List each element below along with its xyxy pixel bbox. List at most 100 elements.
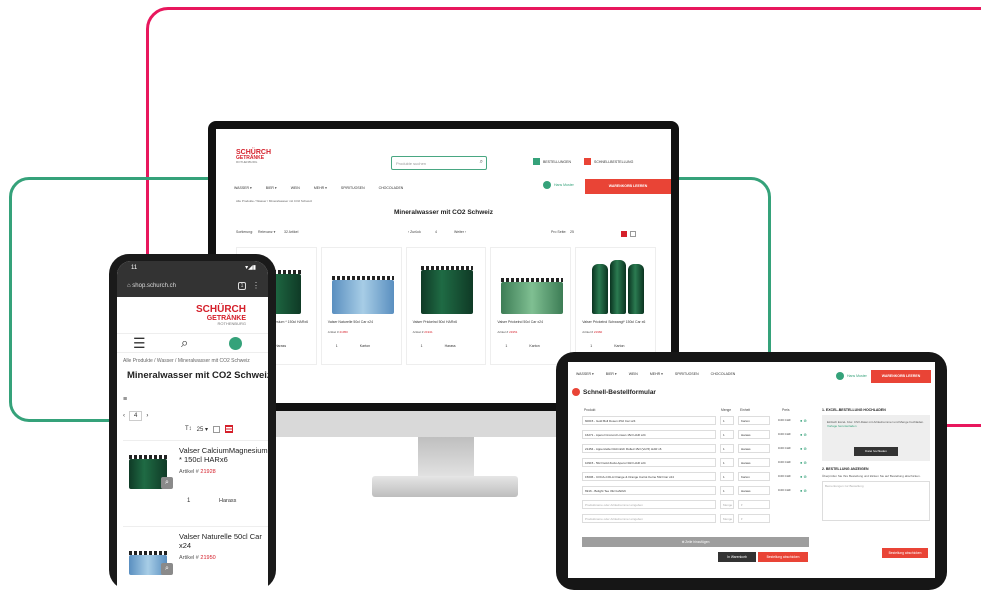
- cart-button[interactable]: WARENKORB LEEREN: [871, 370, 931, 383]
- unit-select[interactable]: Harass: [738, 444, 770, 453]
- upload-button[interactable]: Datei hochladen: [854, 447, 898, 456]
- unit-select[interactable]: Karton: [738, 416, 770, 425]
- product-name[interactable]: Valser Prickelnd 50cl Car x24: [497, 320, 564, 324]
- nav-item-wasser[interactable]: WASSER ▾: [576, 372, 594, 382]
- row-actions-icon[interactable]: ● ⊗: [800, 488, 807, 493]
- prev-page-button[interactable]: ‹: [123, 413, 125, 419]
- product-card[interactable]: Valser Prickelnd 50cl HARx6 Artikel # 21…: [405, 247, 487, 365]
- list-view-icon[interactable]: [621, 231, 627, 237]
- per-page-select[interactable]: 25 ▾: [197, 426, 208, 433]
- grid-view-icon[interactable]: [630, 231, 636, 237]
- unit-select[interactable]: Harass: [738, 430, 770, 439]
- search-icon[interactable]: ⌕: [480, 159, 483, 166]
- nav-item-bier[interactable]: BIER ▾: [606, 372, 617, 382]
- nav-item-spirituosen[interactable]: SPIRITUOSEN: [675, 372, 699, 382]
- add-row-button[interactable]: ⊕ Zeile hinzufügen: [582, 537, 809, 547]
- product-card[interactable]: Valser Prickelnd 50cl Car x24 Artikel # …: [490, 247, 572, 365]
- product-field[interactable]: 6916 - Bolight Tee 33cl HARx6: [582, 486, 716, 495]
- unit-select[interactable]: Harass: [738, 486, 770, 495]
- product-field[interactable]: 16271 - Aperol Crocund Linsan 15cl HAR x…: [582, 430, 716, 439]
- quick-order-button[interactable]: SCHNELLBESTELLUNG: [584, 158, 633, 165]
- unit-select[interactable]: Karton: [614, 344, 624, 348]
- nav-item-chocoladen[interactable]: CHOCOLADEN: [379, 186, 404, 190]
- unit-select[interactable]: Karton: [529, 344, 539, 348]
- product-name[interactable]: Valser Naturelle 50cl Car x24: [328, 320, 395, 324]
- nav-item-spirituosen[interactable]: SPIRITUOSEN: [341, 186, 365, 190]
- add-to-cart-button[interactable]: In Warenkorb: [718, 552, 756, 562]
- qty-field[interactable]: 1: [720, 472, 734, 481]
- product-field[interactable]: Produktname oder Artikelnummer eingeben: [582, 514, 716, 523]
- product-image[interactable]: [328, 254, 395, 314]
- nav-item-chocoladen[interactable]: CHOCOLADEN: [711, 372, 736, 382]
- breadcrumb[interactable]: Alle Produkte / Wasser / Mineralwasser m…: [123, 358, 250, 364]
- nav-item-bier[interactable]: BIER ▾: [266, 186, 277, 190]
- user-account[interactable]: Hans Muster: [543, 181, 574, 189]
- url-text[interactable]: shop.schurch.ch: [132, 283, 176, 289]
- home-icon[interactable]: ⌂: [127, 283, 131, 289]
- unit-select[interactable]: Harass: [445, 344, 456, 348]
- product-name[interactable]: Valser Naturelle 50cl Car x24: [179, 532, 268, 550]
- qty-field[interactable]: Menge: [720, 514, 734, 523]
- product-field[interactable]: 21454 - Appenzeller Rohmilch Rolled 15cl…: [582, 444, 716, 453]
- product-image[interactable]: [413, 254, 480, 314]
- product-image[interactable]: [582, 254, 649, 314]
- page-input[interactable]: 4: [435, 230, 437, 234]
- nav-item-wein[interactable]: WEIN: [291, 186, 300, 190]
- qty-field[interactable]: 1: [720, 416, 734, 425]
- list-view-icon[interactable]: [225, 425, 234, 433]
- zoom-icon[interactable]: ⌕: [161, 563, 173, 575]
- orders-button[interactable]: BESTELLUNGEN: [533, 158, 571, 165]
- brand-logo[interactable]: SCHÜRCH GETRÄNKE ROTHENBURG: [117, 305, 268, 326]
- qty-field[interactable]: 1: [720, 444, 734, 453]
- product-card[interactable]: Valser Prickelnd Schwangl* 150cl Car x6 …: [575, 247, 656, 365]
- send-order-button[interactable]: Bestellung abschicken: [882, 548, 928, 558]
- template-download-link[interactable]: Vorlage herunterladen: [827, 424, 925, 428]
- product-field[interactable]: Produktname oder Artikelnummer eingeben: [582, 500, 716, 509]
- per-page-select[interactable]: 25: [570, 230, 574, 234]
- qty-field[interactable]: 1: [720, 430, 734, 439]
- browser-url-bar[interactable]: ⌂ shop.schurch.ch 1 ⋮: [117, 277, 268, 297]
- nav-item-mehr[interactable]: MEHR ▾: [314, 186, 327, 190]
- quantity-input[interactable]: 1: [187, 498, 190, 504]
- grid-view-icon[interactable]: [213, 425, 221, 433]
- qty-field[interactable]: 1: [720, 458, 734, 467]
- row-actions-icon[interactable]: ● ⊗: [800, 474, 807, 479]
- row-actions-icon[interactable]: ● ⊗: [800, 446, 807, 451]
- filter-icon[interactable]: ≡: [123, 396, 127, 403]
- cart-button[interactable]: WARENKORB LEEREN: [585, 179, 671, 194]
- product-field[interactable]: 10915 - 50cl Gold Zucki-Aperol 33cl HAR …: [582, 458, 716, 467]
- row-actions-icon[interactable]: ● ⊗: [800, 460, 807, 465]
- product-card[interactable]: Valser Naturelle 50cl Car x24 Artikel # …: [320, 247, 402, 365]
- qty-field[interactable]: 1: [720, 486, 734, 495]
- quantity-input[interactable]: 1: [590, 344, 592, 348]
- list-item[interactable]: ⌕ Valser Naturelle 50cl Car x24 Artikel …: [123, 526, 268, 590]
- zoom-icon[interactable]: ⌕: [161, 477, 173, 489]
- product-name[interactable]: Valser Prickelnd 50cl HARx6: [413, 320, 480, 324]
- product-name[interactable]: Valser CalciumMagnesium * 150cl HARx6: [179, 446, 268, 464]
- sort-select[interactable]: Relevanz ▾: [258, 230, 275, 234]
- sort-icon[interactable]: T↕: [185, 426, 192, 432]
- nav-item-mehr[interactable]: MEHR ▾: [650, 372, 663, 382]
- brand-logo[interactable]: SCHÜRCH GETRÄNKE ROTHENBURG: [236, 149, 271, 164]
- row-actions-icon[interactable]: ● ⊗: [800, 432, 807, 437]
- avatar[interactable]: [229, 337, 242, 350]
- more-menu-icon[interactable]: ⋮: [252, 281, 260, 290]
- page-input[interactable]: 4: [129, 411, 143, 421]
- hamburger-menu-icon[interactable]: ☰: [133, 335, 146, 352]
- nav-item-wein[interactable]: WEIN: [629, 372, 638, 382]
- unit-select[interactable]: Harass: [219, 498, 236, 504]
- product-image[interactable]: [497, 254, 564, 314]
- search-input[interactable]: Produkte suchen ⌕: [391, 156, 487, 170]
- product-field[interactable]: 15006 - COCA-COLA Orange & Orange Carrot…: [582, 472, 716, 481]
- user-account[interactable]: Hans Muster: [836, 372, 867, 380]
- breadcrumb[interactable]: Alle Produkte / Wasser / Mineralwasser m…: [236, 199, 312, 203]
- unit-select[interactable]: ▾: [738, 500, 770, 509]
- tabs-icon[interactable]: 1: [238, 282, 246, 290]
- unit-select[interactable]: Harass: [738, 458, 770, 467]
- product-name[interactable]: Valser Prickelnd Schwangl* 150cl Car x6: [582, 320, 649, 324]
- list-item[interactable]: ⌕ Valser CalciumMagnesium * 150cl HARx6 …: [123, 440, 268, 522]
- unit-select[interactable]: Karton: [738, 472, 770, 481]
- product-field[interactable]: 60015 - Gold Bull Dosen 25cl Car x24: [582, 416, 716, 425]
- prev-page-button[interactable]: ‹ Zurück: [408, 230, 421, 234]
- unit-select[interactable]: Harass: [275, 344, 286, 348]
